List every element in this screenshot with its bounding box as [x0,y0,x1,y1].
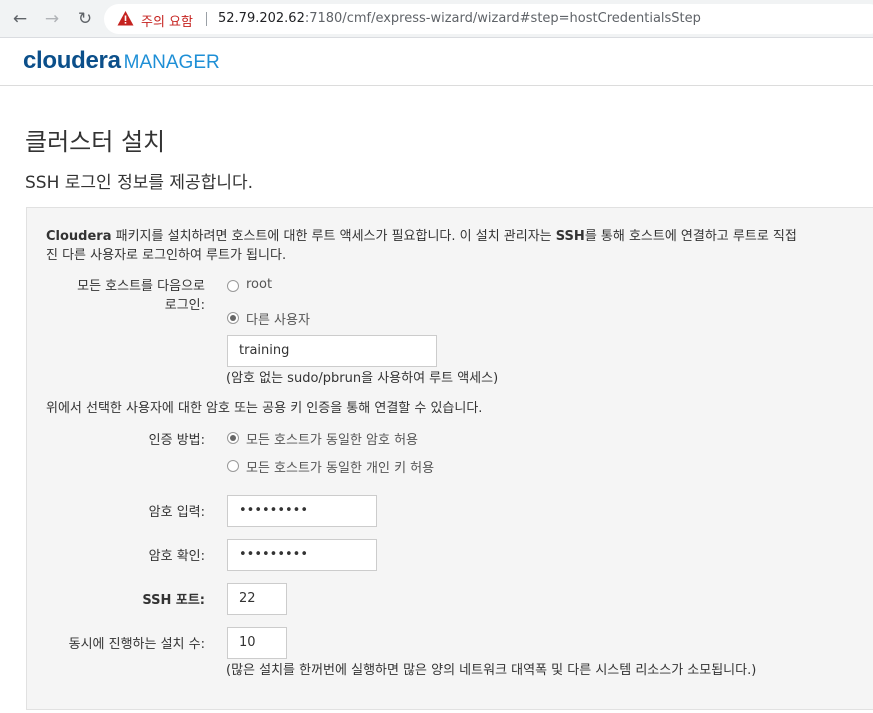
intro-ssh: SSH [555,229,585,244]
auth-note: 위에서 선택한 사용자에 대한 암호 또는 공용 키 인증을 통해 연결할 수 … [46,399,873,418]
forward-arrow-icon[interactable]: → [41,8,63,30]
radio-root[interactable] [227,280,239,292]
page-title: 클러스터 설치 [25,128,166,156]
login-as-label-line2: 로그인: [164,298,205,313]
ssh-port-label: SSH 포트: [142,593,205,608]
option-other-user-label[interactable]: 다른 사용자 [246,309,310,328]
option-auth-password-label[interactable]: 모든 호스트가 동일한 암호 허용 [246,429,418,448]
url-host: 52.79.202.62 [218,11,305,26]
intro-text-2: 를 통해 호스트에 연결하고 루트로 직접 [584,229,797,244]
cloudera-manager-logo[interactable]: cloudera MANAGER [23,47,220,75]
username-input[interactable]: training [227,335,437,367]
reload-icon[interactable]: ↻ [74,8,96,30]
intro-text-line2: 진 다른 사용자로 로그인하여 루트가 됩니다. [46,248,287,263]
password-label: 암호 입력: [148,505,205,520]
login-as-label-line1: 모든 호스트를 다음으로 [77,279,205,294]
url-text[interactable]: 52.79.202.62:7180/cmf/express-wizard/wiz… [218,11,701,26]
security-warning-text[interactable]: 주의 요함 [141,11,193,30]
logo-product: MANAGER [123,52,220,73]
credentials-panel: Cloudera 패키지를 설치하려면 호스트에 대한 루트 액세스가 필요합니… [26,207,873,710]
intro-text: Cloudera 패키지를 설치하려면 호스트에 대한 루트 액세스가 필요합니… [46,227,873,265]
login-as-label: 모든 호스트를 다음으로 로그인: [25,277,205,315]
confirm-password-input[interactable]: ••••••••• [227,539,377,571]
radio-auth-private-key[interactable] [227,460,239,472]
warning-triangle-icon [117,11,134,26]
radio-other-user[interactable] [227,312,239,324]
address-bar[interactable]: 주의 요함 52.79.202.62:7180/cmf/express-wiza… [104,4,873,34]
ssh-port-input[interactable]: 22 [227,583,287,615]
confirm-password-label: 암호 확인: [148,549,205,564]
page-subtitle: SSH 로그인 정보를 제공합니다. [25,173,254,193]
url-path: :7180/cmf/express-wizard/wizard#step=hos… [304,11,701,26]
parallel-installs-input[interactable]: 10 [227,627,287,659]
password-input[interactable]: ••••••••• [227,495,377,527]
auth-note-text: 위에서 선택한 사용자에 대한 암호 또는 공용 키 인증을 통해 연결할 수 … [46,401,483,416]
radio-auth-password[interactable] [227,432,239,444]
app-header: cloudera MANAGER [0,38,873,86]
intro-brand: Cloudera [46,229,112,244]
auth-method-label: 인증 방법: [148,433,205,448]
option-root-label[interactable]: root [246,277,272,292]
omnibox-divider [206,12,207,26]
parallel-installs-hint: (많은 설치를 한꺼번에 실행하면 많은 양의 네트워크 대역폭 및 다른 시스… [226,663,757,678]
parallel-installs-label: 동시에 진행하는 설치 수: [68,637,205,652]
logo-brand: cloudera [23,47,121,74]
browser-toolbar: ← → ↻ 주의 요함 52.79.202.62:7180/cmf/expres… [0,0,873,38]
option-auth-key-label[interactable]: 모든 호스트가 동일한 개인 키 허용 [246,457,434,476]
username-hint: (암호 없는 sudo/pbrun을 사용하여 루트 액세스) [226,371,499,386]
intro-text-1: 패키지를 설치하려면 호스트에 대한 루트 액세스가 필요합니다. 이 설치 관… [111,229,556,244]
back-arrow-icon[interactable]: ← [9,8,31,30]
